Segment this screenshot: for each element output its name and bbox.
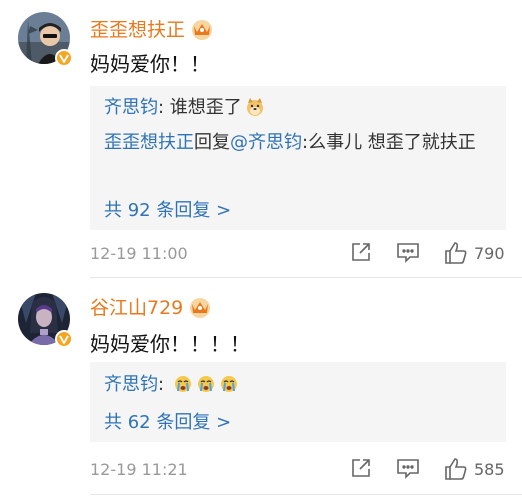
reply-preview[interactable]: 齐思钧: 共 62 条回复 > [90,362,506,442]
reply-line: 歪歪想扶正回复@齐思钧:么事儿 想歪了就扶正 [104,128,492,157]
crying-emoji-icon [219,374,239,403]
reply-author[interactable]: 歪歪想扶正 [104,132,194,153]
reply-text: : [158,374,170,395]
reply-author[interactable]: 齐思钧 [104,97,158,118]
comment-text: 妈妈爱你！！！！ [90,332,250,356]
like-button[interactable]: 585 [444,457,505,481]
verified-badge-icon [55,49,73,67]
avatar[interactable] [18,293,73,348]
crying-emoji-icon [196,374,216,403]
username[interactable]: 谷江山729 [90,293,212,323]
share-icon [352,459,370,477]
avatar[interactable] [18,12,73,67]
crown-icon [190,18,214,45]
reply-text: : 谁想歪了 [158,97,242,118]
reply-preview[interactable]: 齐思钧: 谁想歪了 歪歪想扶正回复@齐思钧:么事儿 想歪了就扶正 共 92 条回… [90,86,506,230]
crying-emoji-icon [173,374,193,403]
reply-mention[interactable]: @齐思钧 [230,132,302,153]
crown-icon [188,296,212,323]
divider [90,494,522,495]
more-replies-link[interactable]: 共 62 条回复 > [104,408,231,434]
username-label[interactable]: 谷江山729 [90,297,183,319]
like-icon [445,242,467,264]
comment-text: 妈妈爱你！！ [90,52,210,76]
like-button[interactable]: 790 [444,241,505,265]
share-button[interactable] [350,241,372,263]
reply-text: :么事儿 想歪了就扶正 [302,132,476,153]
comment-button[interactable] [396,457,420,479]
like-icon [445,458,467,480]
reply-line: 齐思钧: 谁想歪了 [104,93,492,126]
share-icon [352,243,370,261]
reply-line: 齐思钧: [104,370,492,403]
comment-icon [397,243,419,263]
verified-badge-icon [55,330,73,348]
timestamp: 12-19 11:00 [90,244,188,263]
timestamp: 12-19 11:21 [90,460,188,479]
share-button[interactable] [350,457,372,479]
comment-button[interactable] [396,241,420,263]
username-label[interactable]: 歪歪想扶正 [90,19,185,41]
reply-middle: 回复 [194,132,230,153]
comment-card: 谷江山729 妈妈爱你！！！！ 齐思钧: 共 62 条回复 > 12-19 11… [0,278,522,500]
like-count: 585 [474,459,505,479]
username[interactable]: 歪歪想扶正 [90,15,214,45]
like-count: 790 [474,243,505,263]
more-replies-link[interactable]: 共 92 条回复 > [104,196,231,222]
comment-card: 歪歪想扶正 妈妈爱你！！ 齐思钧: 谁想歪了 歪歪想扶正回复@齐思钧:么事儿 想… [0,0,522,278]
doge-emoji-icon [245,97,265,126]
comment-icon [397,459,419,479]
reply-author[interactable]: 齐思钧 [104,374,158,395]
